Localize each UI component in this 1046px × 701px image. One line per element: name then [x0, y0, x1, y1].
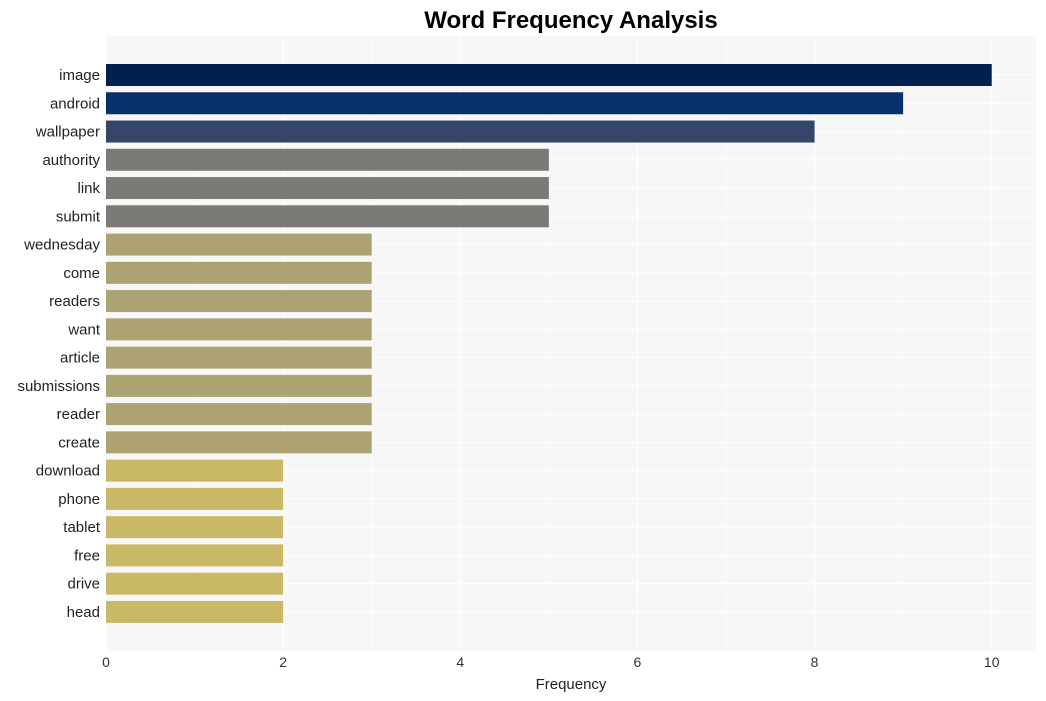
bar-download [106, 459, 284, 482]
bar-phone [106, 487, 284, 510]
category-label-head: head [67, 604, 100, 621]
x-tick-label: 4 [456, 654, 464, 670]
category-label-image: image [59, 67, 100, 84]
category-label-phone: phone [58, 491, 100, 508]
bar-readers [106, 290, 372, 313]
category-label-come: come [63, 265, 100, 282]
bar-come [106, 261, 372, 284]
bar-authority [106, 148, 549, 171]
category-label-link: link [77, 180, 100, 197]
bar-article [106, 346, 372, 369]
bar-drive [106, 572, 284, 595]
x-axis-label: Frequency [536, 676, 607, 693]
category-label-want: want [67, 321, 101, 338]
category-label-reader: reader [57, 406, 100, 423]
category-labels: image android wallpaper authority link submit… [17, 67, 100, 621]
category-label-free: free [74, 547, 100, 564]
bar-link [106, 177, 549, 200]
x-tick-label: 2 [279, 654, 287, 670]
category-label-download: download [36, 463, 100, 480]
bar-reader [106, 403, 372, 426]
category-label-create: create [58, 434, 100, 451]
category-label-article: article [60, 350, 100, 367]
bar-wednesday [106, 233, 372, 256]
bar-wallpaper [106, 120, 815, 143]
category-label-tablet: tablet [63, 519, 101, 536]
bar-android [106, 92, 904, 115]
bar-submit [106, 205, 549, 228]
category-label-readers: readers [49, 293, 100, 310]
bar-create [106, 431, 372, 454]
category-label-drive: drive [67, 576, 100, 593]
category-label-authority: authority [42, 152, 100, 169]
bar-free [106, 544, 284, 567]
bar-tablet [106, 516, 284, 539]
word-frequency-chart: image android wallpaper authority link submit… [17, 7, 1036, 693]
chart-title: Word Frequency Analysis [424, 7, 717, 34]
bar-submissions [106, 374, 372, 397]
x-tick-label: 0 [102, 654, 110, 670]
x-tick-label: 8 [811, 654, 819, 670]
bar-head [106, 600, 284, 623]
x-tick-labels: 0 2 4 6 8 10 [102, 654, 1000, 670]
category-label-android: android [50, 95, 100, 112]
x-tick-label: 10 [984, 654, 1000, 670]
category-label-wednesday: wednesday [23, 237, 100, 254]
bar-want [106, 318, 372, 341]
category-label-submit: submit [56, 208, 101, 225]
category-label-submissions: submissions [17, 378, 100, 395]
bar-image [106, 64, 992, 86]
x-tick-label: 6 [634, 654, 642, 670]
category-label-wallpaper: wallpaper [35, 124, 100, 141]
